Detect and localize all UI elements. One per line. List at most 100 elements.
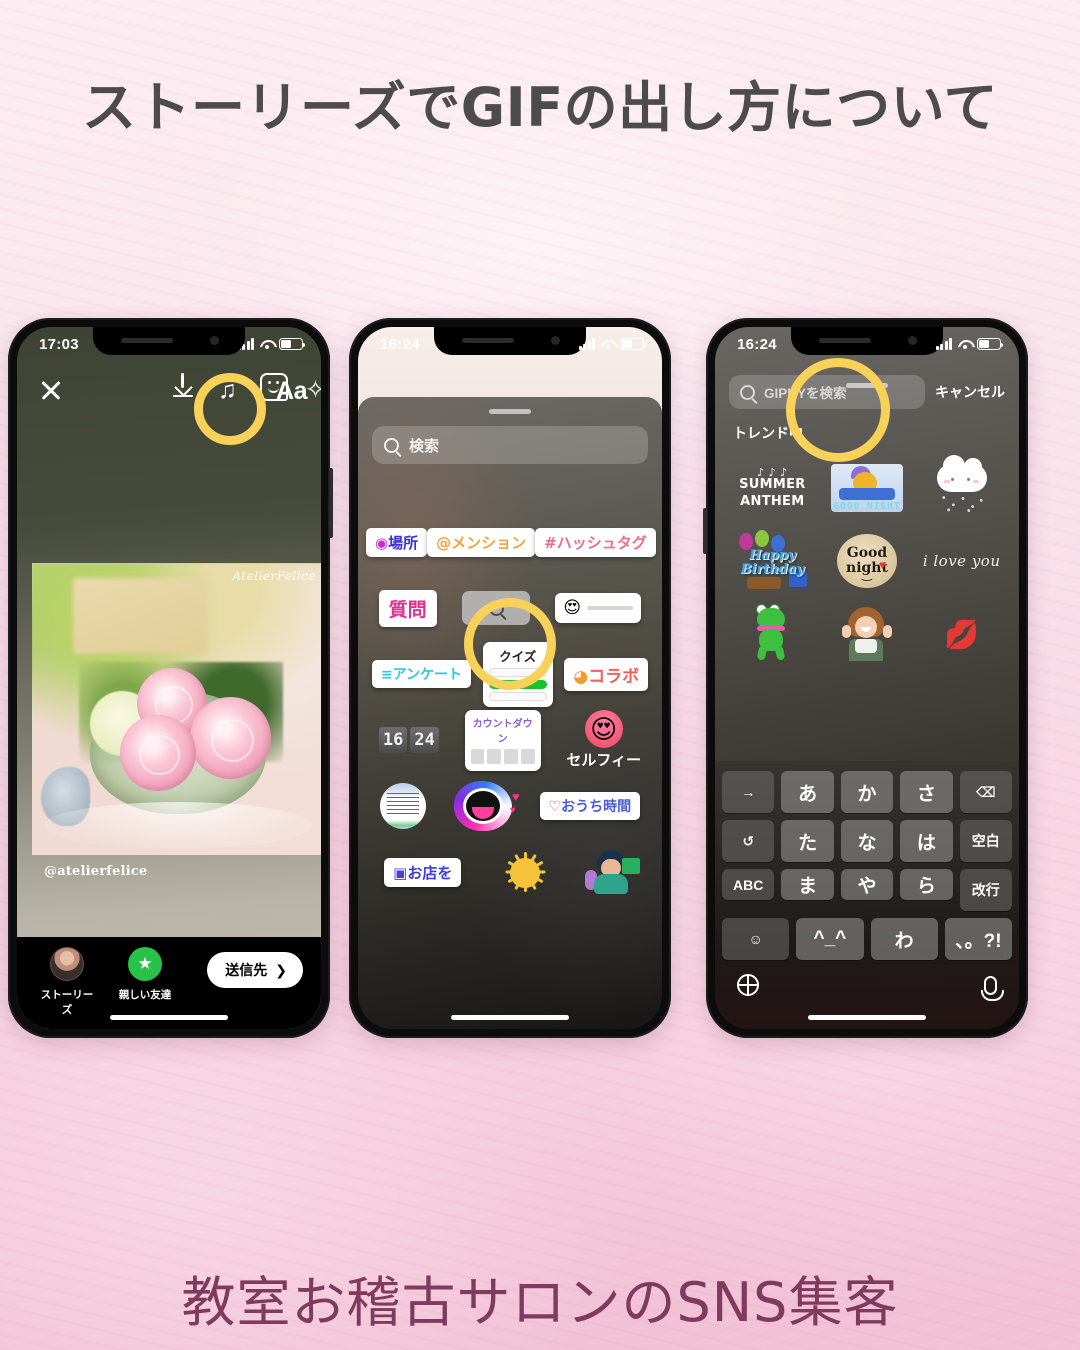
sticker-countdown[interactable]: カウントダウン (464, 709, 541, 771)
search-icon (384, 437, 399, 453)
sunrise-sticker[interactable] (498, 852, 552, 892)
open-mouth-sticker[interactable]: ♥ ♥ (453, 781, 520, 831)
download-icon[interactable] (172, 373, 194, 397)
globe-icon[interactable] (737, 974, 759, 996)
sticker-poll[interactable]: ≡アンケート (371, 660, 472, 688)
search-input[interactable]: 検索 (372, 426, 648, 464)
story-photo-card[interactable]: AtelierFelice @atelierfelice (32, 563, 321, 879)
cancel-button[interactable]: キャンセル (935, 382, 1005, 402)
screen-1: 17:03 ♫ ✧S Aa (17, 327, 321, 1029)
sticker-row-5: ♥ ♥ ♡おうち時間 (358, 773, 662, 839)
key-enter[interactable]: 改行 (959, 869, 1012, 911)
key-ya[interactable]: や (840, 869, 894, 900)
highlight-ring-gif-sticker (464, 598, 556, 690)
sticker-row-6: ▣お店を (358, 839, 662, 905)
gif-label: 💋 (944, 618, 980, 650)
sticker-selfie[interactable]: セルフィー (566, 710, 641, 770)
sticker-question[interactable]: 質問 (378, 589, 437, 627)
wifi-icon (259, 339, 274, 350)
note-photo-sticker[interactable] (379, 783, 426, 829)
wifi-icon (957, 339, 972, 350)
drag-handle[interactable] (489, 409, 531, 414)
key-ta[interactable]: た (781, 820, 834, 862)
home-indicator[interactable] (451, 1015, 569, 1020)
key-sa[interactable]: さ (900, 771, 953, 813)
microphone-icon[interactable] (981, 975, 1004, 1001)
gif-pooh-good-night[interactable]: GOOD NIGHT (820, 451, 915, 524)
selfie-label: セルフィー (566, 752, 642, 769)
front-camera (210, 336, 219, 345)
sticker-ouchi-jikan[interactable]: ♡おうち時間 (539, 792, 641, 820)
sticker-hashtag[interactable]: #ハッシュタグ (535, 527, 656, 557)
key-ra[interactable]: ら (900, 869, 953, 900)
status-time: 16:24 (380, 336, 420, 353)
sticker-support-shop[interactable]: ▣お店を (384, 857, 462, 887)
keyboard-row-2: ↺ た な は 空白 (722, 820, 1012, 862)
send-to-button[interactable]: 送信先 ❯ (207, 952, 303, 988)
gif-rain-cloud[interactable] (914, 451, 1009, 524)
send-to-label: 送信先 (225, 962, 268, 978)
gif-happy-birthday[interactable]: Happy Birthday (725, 524, 820, 597)
collab-icon: ◕ (573, 666, 589, 687)
gif-summer-anthem[interactable]: ♪ ♪ ♪ SUMMER ANTHEM (725, 451, 820, 524)
key-backspace[interactable]: ⌫ (959, 771, 1012, 813)
emoji-slider-sticker[interactable]: 😍 (555, 593, 642, 623)
key-na[interactable]: な (840, 820, 894, 862)
flower-photo: AtelierFelice (32, 563, 321, 855)
close-icon[interactable] (37, 376, 65, 404)
key-a[interactable]: あ (781, 771, 834, 813)
sticker-location[interactable]: ◉場所 (366, 527, 428, 557)
status-indicators (578, 338, 647, 350)
destination-close-friends[interactable]: ★ 親しい友達 (117, 947, 173, 1017)
sticker-mention[interactable]: @メンション (427, 527, 536, 557)
selfie-face-icon (584, 710, 623, 748)
gif-pink-lips[interactable]: 💋 (914, 598, 1009, 671)
destination-story[interactable]: ストーリーズ (39, 947, 95, 1017)
status-time: 16:24 (737, 336, 777, 353)
key-ma[interactable]: ま (781, 869, 834, 900)
key-emoji[interactable]: ☺ (722, 918, 790, 960)
key-ha[interactable]: は (900, 820, 953, 862)
keyboard-row-1: → あ か さ ⌫ (722, 771, 1012, 813)
home-indicator[interactable] (808, 1015, 926, 1020)
time-minute: 24 (410, 727, 439, 753)
gif-i-love-you[interactable]: i love you (914, 524, 1009, 597)
key-wa[interactable]: わ (870, 918, 938, 960)
status-indicators (237, 338, 306, 350)
sticker-collab[interactable]: ◕コラボ (564, 657, 649, 691)
person-sticker[interactable] (584, 850, 640, 894)
key-arrow-right[interactable]: → (722, 771, 775, 813)
destination-options: ストーリーズ ★ 親しい友達 (39, 947, 173, 1017)
gif-label: i love you (922, 551, 1001, 570)
status-bar-3: 16:24 (715, 327, 1019, 365)
home-indicator[interactable] (110, 1015, 228, 1020)
highlight-ring-sticker-button (194, 373, 266, 445)
search-placeholder: 検索 (409, 437, 440, 455)
key-ka[interactable]: か (840, 771, 894, 813)
volume-button[interactable] (703, 508, 707, 554)
gif-frog-dancing[interactable] (725, 598, 820, 671)
poll-bars-icon: ≡ (380, 667, 393, 683)
sticker-grid: ◉場所 @メンション #ハッシュタグ 質問 😍 ≡アンケート クイズ ✓ ◕コラ… (358, 509, 662, 1029)
gif-girl-excited[interactable] (820, 598, 915, 671)
gif-label: SUMMER ANTHEM (739, 477, 806, 509)
key-space[interactable]: 空白 (959, 820, 1012, 862)
countdown-title: カウントダウン (472, 718, 533, 745)
key-undo[interactable]: ↺ (722, 820, 775, 862)
effects-icon[interactable]: ✧S (305, 373, 321, 407)
gif-good-night-smiley[interactable]: Good night ♥ ‿ (820, 524, 915, 597)
home-heart-icon: ♡ (548, 799, 562, 815)
sticker-time[interactable]: 16 24 (378, 727, 439, 753)
shop-bag-icon: ▣ (393, 863, 408, 882)
keyboard-row-3: ABC ま や ら 改行 (722, 869, 1012, 911)
text-tool-button[interactable]: Aa (276, 374, 307, 408)
signal-bars-icon (578, 338, 595, 350)
status-bar-2: 16:24 (358, 327, 662, 365)
key-abc[interactable]: ABC (722, 869, 775, 900)
keyboard-bottom-row (715, 967, 1019, 1003)
power-button[interactable] (329, 468, 333, 538)
slider-track[interactable] (587, 606, 634, 610)
star-icon: ★ (128, 947, 162, 981)
key-punctuation[interactable]: 、。?! (944, 918, 1012, 960)
key-kaomoji[interactable]: ^_^ (796, 918, 864, 960)
